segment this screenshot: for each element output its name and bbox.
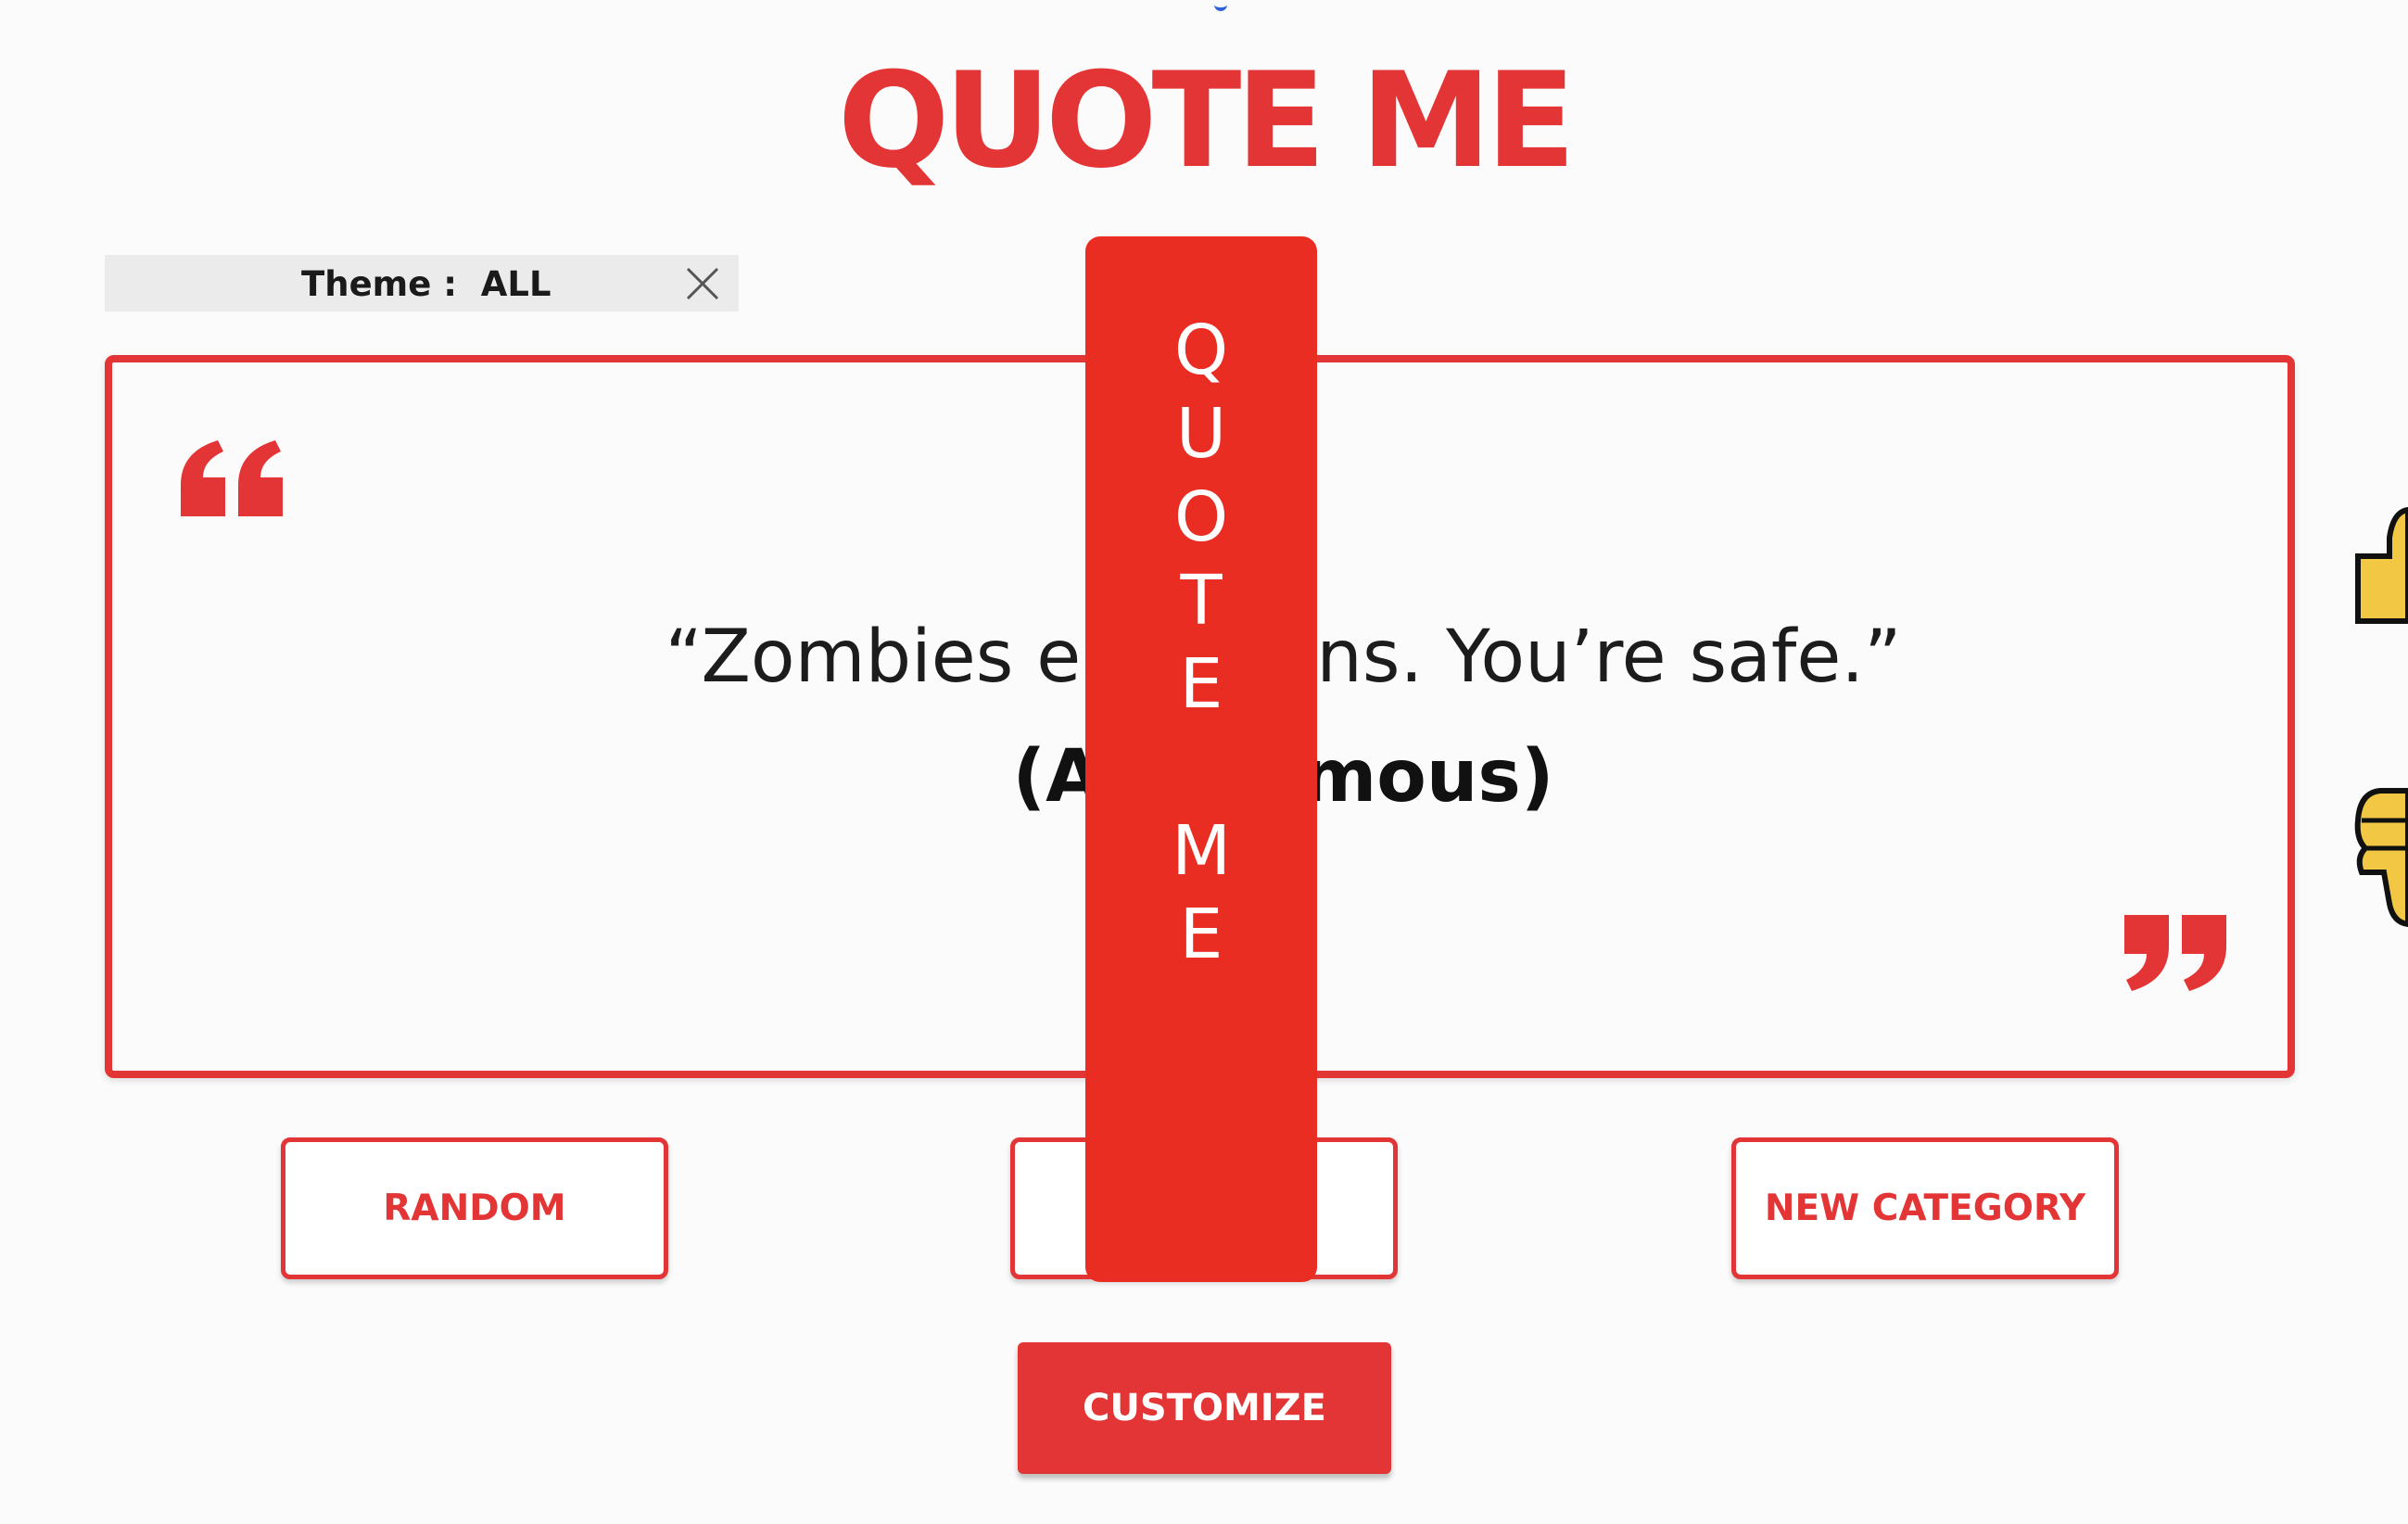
banner-letter: Q (1173, 311, 1229, 390)
banner-letter: E (1179, 644, 1223, 724)
new-category-button[interactable]: NEW CATEGORY (1731, 1137, 2119, 1279)
vertical-banner: Q U O T E M E (1085, 236, 1317, 1282)
banner-letter: T (1180, 561, 1223, 641)
random-button[interactable]: RANDOM (281, 1137, 668, 1279)
banner-letter: O (1173, 477, 1229, 557)
banner-letter: E (1179, 895, 1223, 974)
close-icon[interactable] (684, 265, 721, 302)
theme-label: Theme : ALL (301, 264, 551, 304)
top-edge-mark (1214, 0, 1227, 11)
close-quote-icon (2124, 915, 2226, 991)
open-quote-icon (181, 440, 283, 516)
banner-letter: M (1172, 811, 1231, 891)
banner-letter (1085, 726, 1317, 809)
customize-button[interactable]: CUSTOMIZE (1018, 1342, 1391, 1474)
thumbs-down-icon[interactable] (2352, 783, 2408, 932)
theme-chip[interactable]: Theme : ALL (105, 255, 739, 311)
app-title: QUOTE ME (837, 44, 1576, 197)
banner-letter: U (1175, 394, 1227, 474)
thumbs-up-icon[interactable] (2352, 501, 2408, 649)
